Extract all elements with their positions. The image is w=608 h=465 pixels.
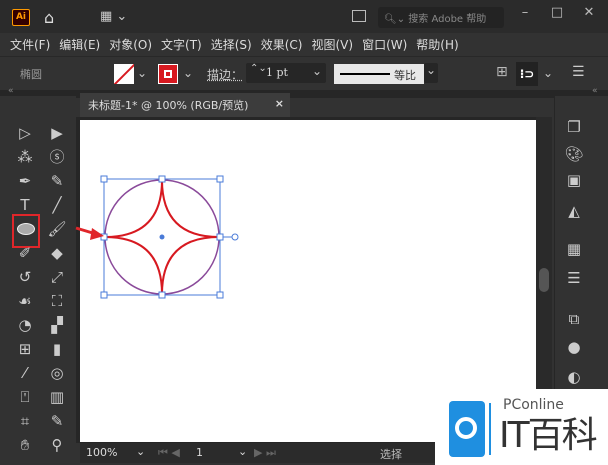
scale-tool-icon[interactable]: ⤢ <box>44 266 70 288</box>
logo-search-icon <box>449 401 485 457</box>
direct-selection-tool-icon[interactable]: ▶ <box>44 122 70 144</box>
transform-icon[interactable]: ⁝⊃ <box>516 62 538 86</box>
app-logo: Ai <box>12 9 30 26</box>
gradient-tool-icon[interactable]: ▮ <box>44 338 70 360</box>
zoom-level[interactable]: 100% <box>86 446 117 459</box>
home-icon[interactable]: ⌂ <box>44 8 54 27</box>
stroke-dropdown-icon[interactable]: ⌄ <box>183 66 193 80</box>
zoom-tool-icon[interactable]: ⚲ <box>44 434 70 456</box>
warp-tool-icon[interactable]: ☙ <box>12 290 38 312</box>
menu-window[interactable]: 窗口(W) <box>362 36 407 53</box>
search-icon: 🔍︎⌄ <box>384 14 409 25</box>
artboard-number[interactable]: 1 <box>196 446 203 459</box>
free-transform-tool-icon[interactable]: ⛶ <box>44 290 70 312</box>
layers-icon[interactable]: ❐ <box>563 116 585 138</box>
artboard-dropdown-icon[interactable]: ⌄ <box>238 445 247 458</box>
maximize-button[interactable]: □ <box>546 5 568 20</box>
fill-dropdown-icon[interactable]: ⌄ <box>137 66 147 80</box>
collapse-icon[interactable]: « <box>592 86 598 96</box>
first-artboard-icon[interactable]: ⏮ ◀ <box>158 446 180 460</box>
curvature-tool-icon[interactable]: ✎ <box>44 170 70 192</box>
menu-list-icon[interactable]: ☰ <box>572 64 585 80</box>
arrange-documents-icon[interactable] <box>352 10 366 22</box>
search-help-input[interactable]: 🔍︎⌄ 搜索 Adobe 帮助 <box>378 7 504 28</box>
menu-bar: 文件(F) 编辑(E) 对象(O) 文字(T) 选择(S) 效果(C) 视图(V… <box>0 33 608 55</box>
stroke-panel-icon[interactable]: ☰ <box>563 267 585 289</box>
graphic-styles-icon[interactable]: ◐ <box>563 366 585 388</box>
transform-panel-icon[interactable]: ⧉ <box>563 308 585 330</box>
document-tab[interactable]: 未标题-1* @ 100% (RGB/预览) × <box>80 93 290 117</box>
color-palette-icon[interactable]: 🎨︎ <box>563 143 585 165</box>
zoom-dropdown-icon[interactable]: ⌄ <box>136 445 145 458</box>
document-icon[interactable]: ▣ <box>563 169 585 191</box>
next-artboard-icon[interactable]: ▶ ⏭ <box>254 446 276 460</box>
selection-tool-icon[interactable]: ▷ <box>12 122 38 144</box>
pen-tool-icon[interactable]: ✒ <box>12 170 38 192</box>
close-button[interactable]: ✕ <box>578 5 600 20</box>
menu-view[interactable]: 视图(V) <box>311 36 353 53</box>
lasso-tool-icon[interactable]: ⓢ <box>44 146 70 168</box>
blend-tool-icon[interactable]: ◎ <box>44 362 70 384</box>
shape-builder-tool-icon[interactable]: ◔ <box>12 314 38 336</box>
perspective-grid-tool-icon[interactable]: ▞ <box>44 314 70 336</box>
symbol-sprayer-tool-icon[interactable]: ⍞ <box>12 386 38 408</box>
shaper-tool-icon[interactable]: ✐ <box>12 242 38 264</box>
center-point <box>159 234 165 240</box>
stroke-weight-field[interactable]: ⌃⌄ 1 pt ⌄ <box>246 63 326 83</box>
status-mode[interactable]: 选择 <box>380 446 402 462</box>
rotate-tool-icon[interactable]: ↺ <box>12 266 38 288</box>
menu-type[interactable]: 文字(T) <box>161 36 202 53</box>
scrollbar-thumb[interactable] <box>539 268 549 292</box>
watermark-logo: PConline IT百科 <box>435 389 608 465</box>
artboard-tool-icon[interactable]: ⌗ <box>12 410 38 432</box>
minimize-button[interactable]: – <box>514 5 536 20</box>
line-tool-icon[interactable]: ╱ <box>44 194 70 216</box>
eraser-tool-icon[interactable]: ◆ <box>44 242 70 264</box>
eyedropper-tool-icon[interactable]: ⁄ <box>12 362 38 384</box>
menu-object[interactable]: 对象(O) <box>109 36 152 53</box>
magic-wand-tool-icon[interactable]: ⁂ <box>12 146 38 168</box>
stroke-swatch[interactable] <box>158 64 178 84</box>
column-graph-tool-icon[interactable]: ▥ <box>44 386 70 408</box>
hand-tool-icon[interactable]: ✋︎ <box>12 434 38 456</box>
slice-tool-icon[interactable]: ✎ <box>44 410 70 432</box>
menu-file[interactable]: 文件(F) <box>10 36 50 53</box>
stepper-icon[interactable]: ⌃⌄ <box>250 63 267 74</box>
workspace-layout-icon[interactable]: ▦ ⌄ <box>100 9 127 24</box>
color-guide-icon[interactable]: ◭ <box>563 200 585 222</box>
title-bar: Ai ⌂ ▦ ⌄ 🔍︎⌄ 搜索 Adobe 帮助 – □ ✕ <box>0 0 608 33</box>
stroke-label[interactable]: 描边： <box>207 66 243 83</box>
profile-dropdown-icon[interactable]: ⌄ <box>424 63 438 83</box>
paintbrush-tool-icon[interactable]: 🖌︎ <box>44 218 70 240</box>
appearance-icon[interactable]: ● <box>563 336 585 358</box>
type-tool-icon[interactable]: T <box>12 194 38 216</box>
chevron-down-icon[interactable]: ⌄ <box>312 64 322 78</box>
menu-help[interactable]: 帮助(H) <box>416 36 458 53</box>
align-icon[interactable]: ⊞ <box>496 64 508 80</box>
close-tab-icon[interactable]: × <box>275 97 284 110</box>
chevron-down-icon[interactable]: ⌄ <box>543 66 553 80</box>
swatches-icon[interactable]: ▦ <box>563 238 585 260</box>
red-arrow-annotation <box>75 226 104 240</box>
variable-width-profile[interactable]: 等比 <box>334 64 424 84</box>
menu-edit[interactable]: 编辑(E) <box>59 36 100 53</box>
tool-name: 椭圆 <box>20 68 42 81</box>
menu-effect[interactable]: 效果(C) <box>261 36 303 53</box>
menu-select[interactable]: 选择(S) <box>211 36 252 53</box>
pie-widget-icon[interactable] <box>231 233 239 241</box>
collapse-icon[interactable]: « <box>8 86 14 96</box>
tools-panel: ▷ ▶ ⁂ ⓢ ✒ ✎ T ╱ 🖌︎ ✐ ◆ ↺ ⤢ ☙ ⛶ ◔ ▞ ⊞ ▮ ⁄… <box>0 96 76 465</box>
fill-swatch[interactable] <box>114 64 134 84</box>
mesh-tool-icon[interactable]: ⊞ <box>12 338 38 360</box>
